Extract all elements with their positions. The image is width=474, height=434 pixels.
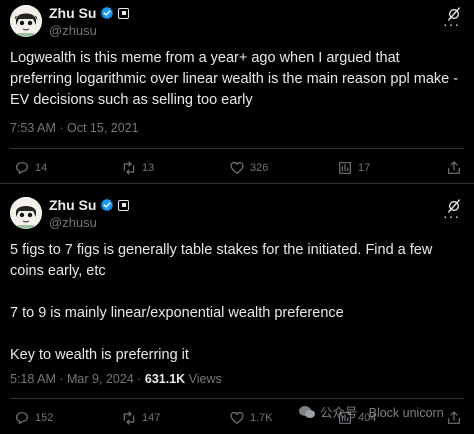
meta-separator: · xyxy=(59,121,64,135)
avatar[interactable] xyxy=(10,197,42,229)
like-button[interactable]: 326 xyxy=(229,160,268,176)
repost-count: 13 xyxy=(142,162,155,174)
heart-icon xyxy=(230,411,244,424)
wechat-icon xyxy=(299,405,315,418)
view-count: 631.1K xyxy=(144,372,186,386)
heart-icon xyxy=(230,161,244,174)
more-options-icon[interactable]: ··· xyxy=(443,16,460,32)
meta-separator: · xyxy=(59,372,64,386)
tweet-date: Mar 9, 2024 xyxy=(67,372,134,386)
watermark-text: 公众号 · Block unicorn xyxy=(320,406,444,420)
tweet-paragraph: Logwealth is this meme from a year+ ago … xyxy=(10,50,459,108)
affiliate-badge-icon xyxy=(118,7,130,19)
verified-badge-icon xyxy=(101,6,114,20)
like-count: 1.7K xyxy=(250,412,273,424)
tweet-date: Oct 15, 2021 xyxy=(67,121,139,135)
bookmark-count: 17 xyxy=(358,162,371,174)
repost-icon xyxy=(123,161,135,175)
author-name[interactable]: Zhu Su xyxy=(49,197,96,213)
tweet-2[interactable]: Zhu Su @zhusu ··· 5 figs to 7 figs is ge… xyxy=(0,186,474,434)
tweet-time: 5:18 AM xyxy=(10,372,56,386)
share-icon xyxy=(448,161,460,174)
tweet-timestamp[interactable]: 5:18 AM · Mar 9, 2024 · 631.1K Views xyxy=(10,372,222,386)
like-button[interactable]: 1.7K xyxy=(229,410,273,426)
reply-button[interactable]: 14 xyxy=(14,160,47,176)
author-handle[interactable]: @zhusu xyxy=(49,23,97,38)
reply-icon xyxy=(16,162,28,174)
tweet-text: Logwealth is this meme from a year+ ago … xyxy=(10,48,464,111)
tweet-divider xyxy=(0,183,474,184)
reply-count: 14 xyxy=(35,162,48,174)
share-button[interactable] xyxy=(446,160,462,176)
avatar[interactable] xyxy=(10,5,42,37)
more-options-icon[interactable]: ··· xyxy=(443,208,460,224)
views-label: Views xyxy=(188,372,222,386)
tweet-time: 7:53 AM xyxy=(10,121,56,135)
reply-button[interactable]: 152 xyxy=(14,410,53,426)
tweet-paragraph: Key to wealth is preferring it xyxy=(10,347,189,363)
reply-icon xyxy=(16,412,28,424)
verified-badge-icon xyxy=(101,198,114,212)
affiliate-badge-icon xyxy=(118,199,130,211)
action-bar: 14 13 326 17 xyxy=(0,160,474,182)
bookmark-button[interactable]: 17 xyxy=(337,160,370,176)
author-handle[interactable]: @zhusu xyxy=(49,215,97,230)
repost-count: 147 xyxy=(142,412,161,424)
repost-button[interactable]: 147 xyxy=(121,410,160,426)
tweet-paragraph: 7 to 9 is mainly linear/exponential weal… xyxy=(10,305,344,321)
repost-icon xyxy=(123,411,135,425)
author-name[interactable]: Zhu Su xyxy=(49,5,96,21)
tweet-1[interactable]: Zhu Su @zhusu ··· Logwealth is this meme… xyxy=(0,0,474,183)
meta-separator: · xyxy=(137,372,142,386)
share-icon xyxy=(448,411,460,424)
watermark: 公众号 · Block unicorn xyxy=(298,402,444,421)
tweet-paragraph: 5 figs to 7 figs is generally table stak… xyxy=(10,242,433,279)
like-count: 326 xyxy=(250,162,269,174)
bookmark-icon xyxy=(339,162,351,174)
divider xyxy=(10,398,464,399)
reply-count: 152 xyxy=(35,412,54,424)
tweet-timestamp[interactable]: 7:53 AM · Oct 15, 2021 xyxy=(10,121,139,135)
repost-button[interactable]: 13 xyxy=(121,160,154,176)
tweet-text: 5 figs to 7 figs is generally table stak… xyxy=(10,240,464,366)
share-button[interactable] xyxy=(446,410,462,426)
divider xyxy=(10,148,464,149)
